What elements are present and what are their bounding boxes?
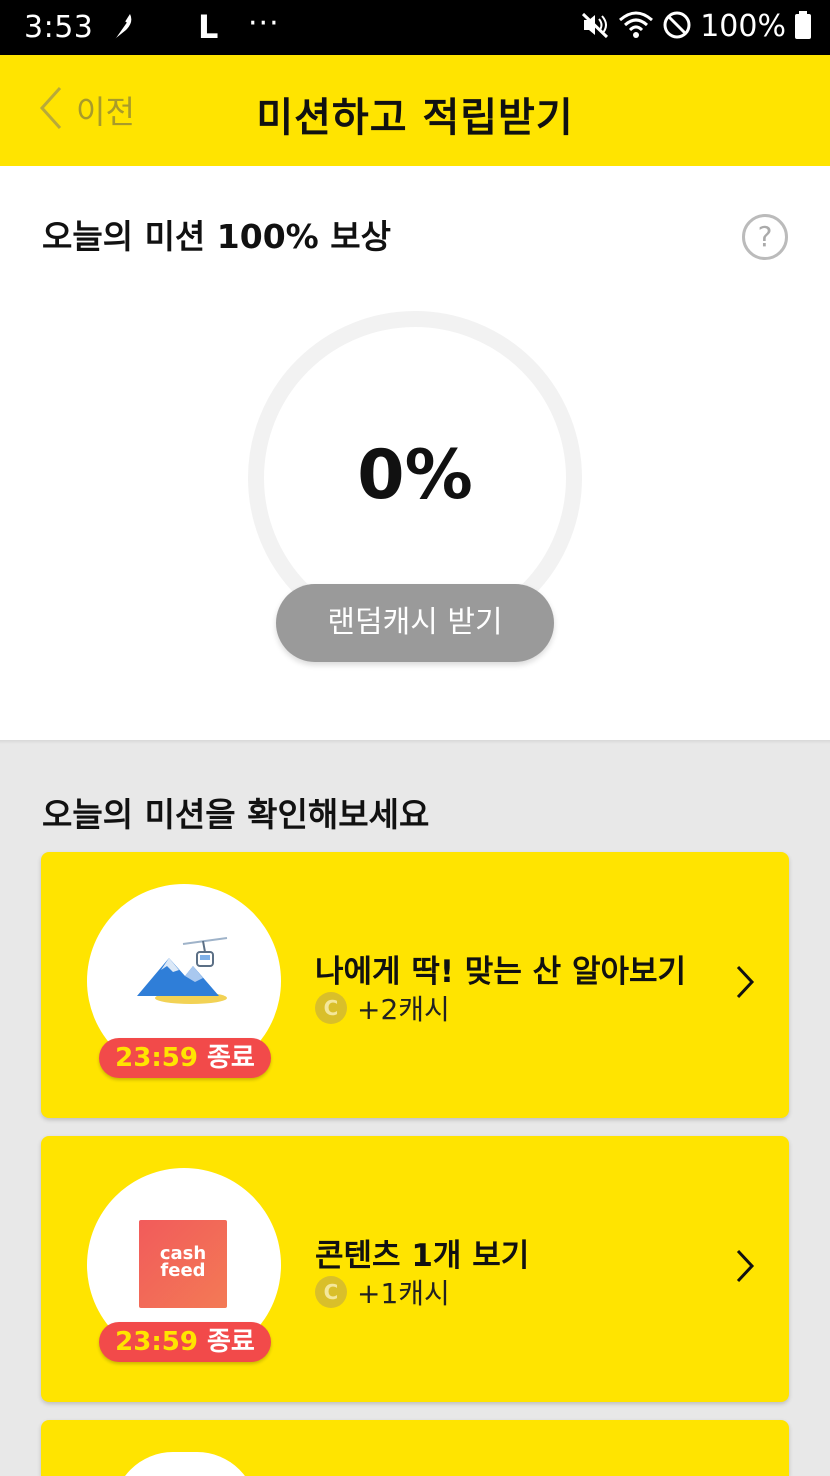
mission-card-partial[interactable] xyxy=(41,1420,789,1476)
section-divider xyxy=(0,740,830,744)
mission-title: 콘텐츠 1개 보기 xyxy=(315,1238,530,1274)
logo-line-feed: feed xyxy=(160,1260,206,1281)
reward-amount: +1캐시 xyxy=(357,1277,450,1310)
status-right: 100% xyxy=(580,9,812,44)
battery-percent: 100% xyxy=(700,9,786,44)
launcher-letter: L xyxy=(198,8,219,46)
mission-reward: C +1캐시 xyxy=(315,1272,450,1312)
mission-card[interactable]: cash feed 23:59 종료 콘텐츠 1개 보기 C +1캐시 xyxy=(41,1136,789,1402)
feather-icon xyxy=(108,10,134,48)
cashfeed-logo: cash feed xyxy=(139,1220,227,1308)
wifi-icon xyxy=(618,10,654,44)
more-notifications-icon: ··· xyxy=(248,6,280,41)
mission-deadline-badge: 23:59 종료 xyxy=(99,1038,271,1078)
badge-time: 23:59 xyxy=(115,1327,198,1357)
status-bar: 3:53 L ··· 100% xyxy=(0,0,830,55)
reward-card-title: 오늘의 미션 100% 보상 xyxy=(42,217,391,256)
mission-deadline-badge: 23:59 종료 xyxy=(99,1322,271,1362)
chevron-right-icon xyxy=(735,1248,755,1288)
page-title: 미션하고 적립받기 xyxy=(256,95,574,141)
progress-percent: 0% xyxy=(357,436,473,515)
mission-card[interactable]: 23:59 종료 나에게 딱! 맞는 산 알아보기 C +2캐시 xyxy=(41,852,789,1118)
help-icon[interactable]: ? xyxy=(742,214,788,260)
badge-suffix: 종료 xyxy=(206,1043,255,1073)
missions-section-title: 오늘의 미션을 확인해보세요 xyxy=(42,795,430,834)
mission-reward: C +2캐시 xyxy=(315,988,450,1028)
mission-title: 나에게 딱! 맞는 산 알아보기 xyxy=(315,954,687,990)
app-header: 이전 미션하고 적립받기 xyxy=(0,55,830,166)
battery-icon xyxy=(794,10,812,44)
badge-time: 23:59 xyxy=(115,1043,198,1073)
daily-reward-card: 오늘의 미션 100% 보상 ? 0% 랜덤캐시 받기 xyxy=(0,166,830,740)
chevron-right-icon xyxy=(735,964,755,1004)
mute-icon xyxy=(580,10,610,44)
coin-icon: C xyxy=(315,992,347,1024)
mountain-icon xyxy=(133,936,233,1020)
badge-suffix: 종료 xyxy=(206,1327,255,1357)
status-time: 3:53 xyxy=(24,10,94,45)
blocked-icon xyxy=(662,10,692,44)
mission-thumbnail xyxy=(113,1452,257,1476)
random-cash-button[interactable]: 랜덤캐시 받기 xyxy=(276,584,554,662)
coin-icon: C xyxy=(315,1276,347,1308)
reward-amount: +2캐시 xyxy=(357,993,450,1026)
